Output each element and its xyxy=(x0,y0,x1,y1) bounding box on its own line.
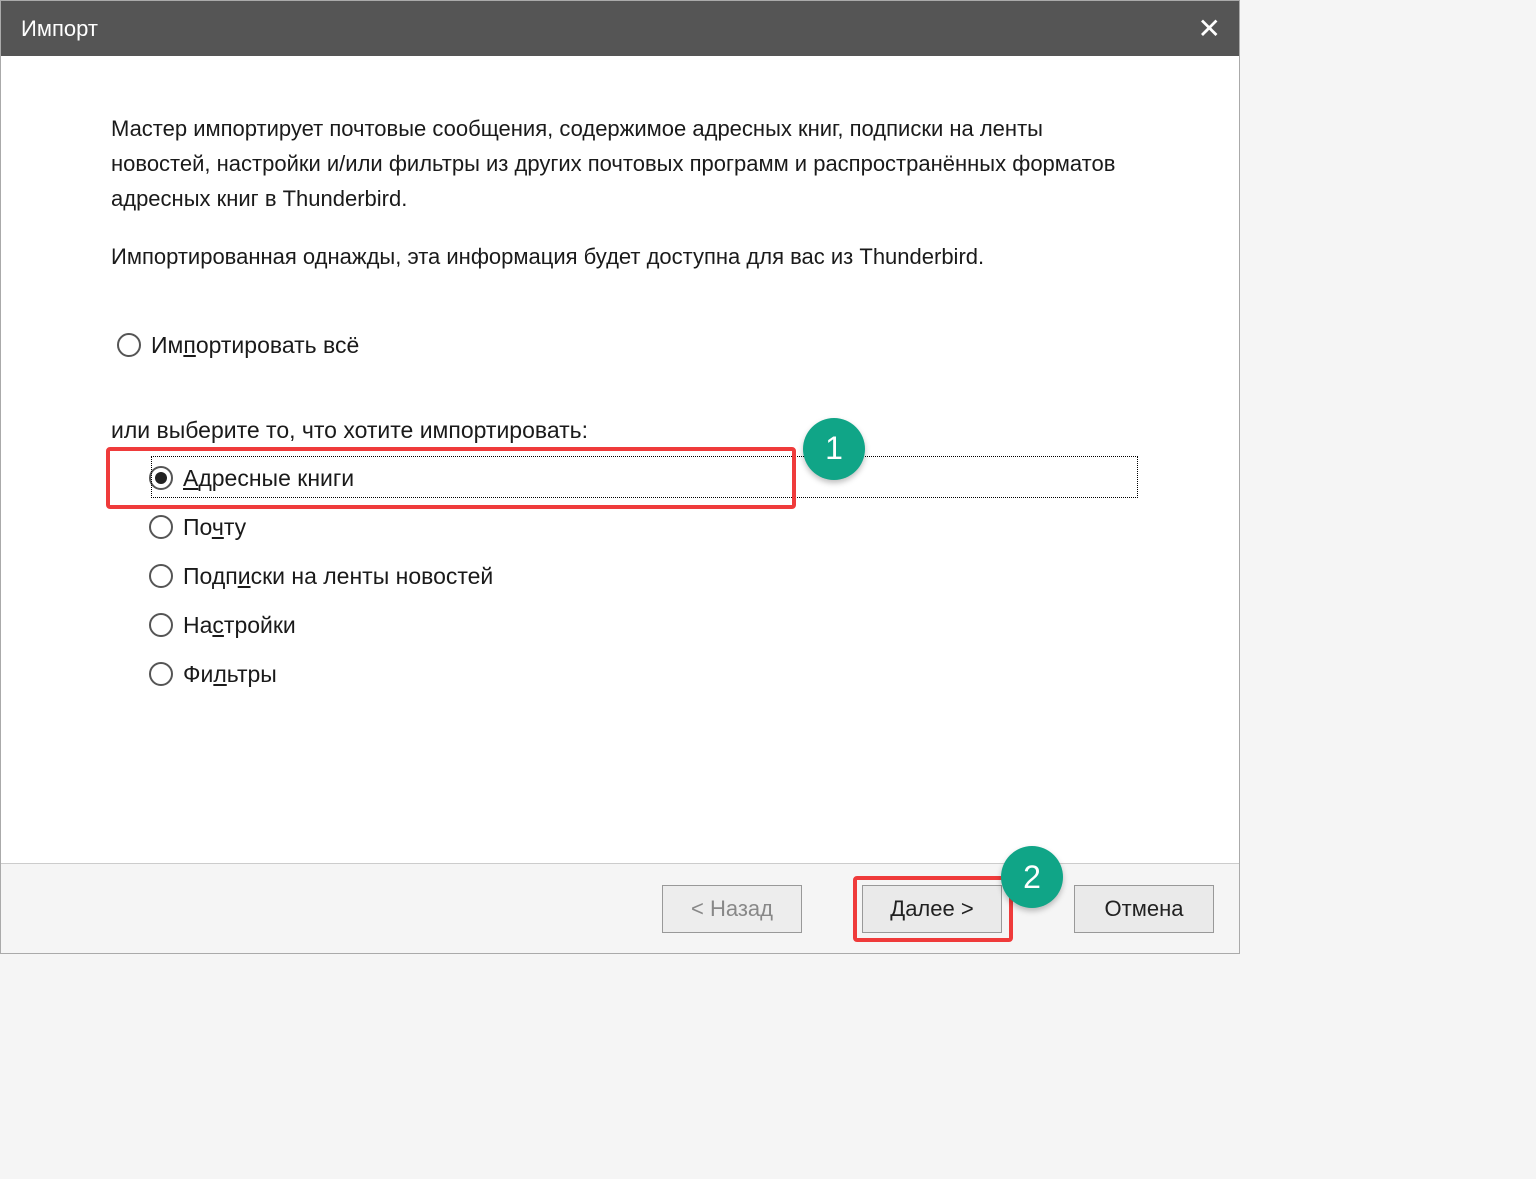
description-2: Импортированная однажды, эта информация … xyxy=(111,239,1134,274)
radio-feeds-label: Подписки на ленты новостей xyxy=(183,563,493,590)
dialog-content: Мастер импортирует почтовые сообщения, с… xyxy=(1,56,1239,863)
titlebar: Импорт ✕ xyxy=(1,1,1239,56)
radio-icon xyxy=(149,613,173,637)
radio-icon xyxy=(117,333,141,357)
close-icon[interactable]: ✕ xyxy=(1198,15,1221,43)
radio-settings[interactable]: Настройки xyxy=(149,609,1134,642)
radio-mail[interactable]: Почту xyxy=(149,511,1134,544)
description-1: Мастер импортирует почтовые сообщения, с… xyxy=(111,111,1134,217)
radio-settings-label: Настройки xyxy=(183,612,296,639)
cancel-button[interactable]: Отмена xyxy=(1074,885,1214,933)
radio-icon xyxy=(149,466,173,490)
radio-icon xyxy=(149,515,173,539)
radio-mail-label: Почту xyxy=(183,514,246,541)
prompt-select: или выберите то, что хотите импортироват… xyxy=(111,417,1134,444)
radio-feeds[interactable]: Подписки на ленты новостей xyxy=(149,560,1134,593)
radio-addressbooks-label: Адресные книги xyxy=(183,465,354,492)
radio-filters-label: Фильтры xyxy=(183,661,277,688)
radio-icon xyxy=(149,564,173,588)
back-button: < Назад xyxy=(662,885,802,933)
annotation-badge-2: 2 xyxy=(1001,846,1063,908)
dialog-footer: 2 < Назад Далее > Отмена xyxy=(1,863,1239,953)
window-title: Импорт xyxy=(21,16,98,42)
radio-import-all-label: Импортировать всё xyxy=(151,332,359,359)
radio-icon xyxy=(149,662,173,686)
radio-import-all[interactable]: Импортировать всё xyxy=(117,329,1134,362)
next-button[interactable]: Далее > xyxy=(862,885,1002,933)
radio-addressbooks[interactable]: Адресные книги xyxy=(149,462,1134,495)
import-type-group: 1 Адресные книги Почту Подписки на ленты… xyxy=(111,462,1134,691)
radio-filters[interactable]: Фильтры xyxy=(149,658,1134,691)
annotation-badge-1: 1 xyxy=(803,418,865,480)
